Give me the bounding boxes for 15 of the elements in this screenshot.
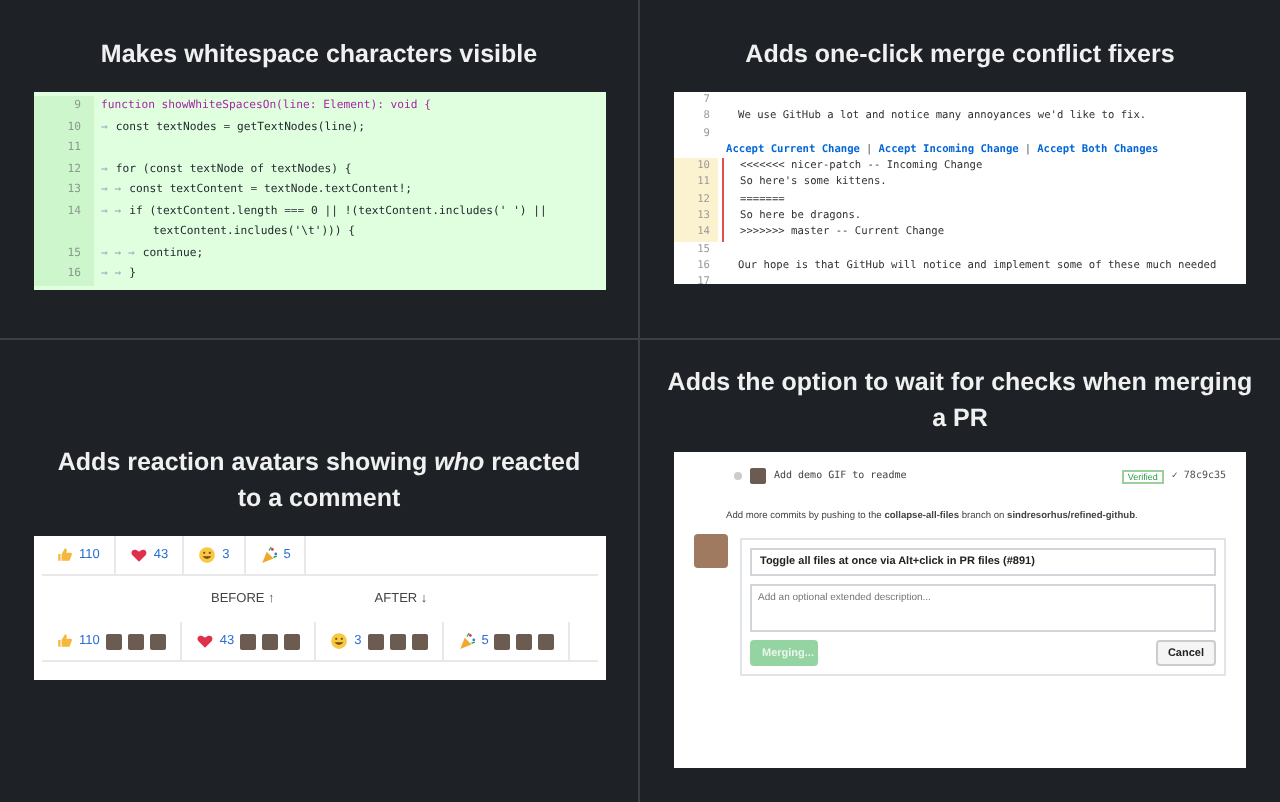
avatar [750,468,766,484]
feature-title: Adds one-click merge conflict fixers [745,38,1175,72]
smile-icon [198,546,217,564]
commit-dot [734,472,742,480]
avatar [694,534,728,568]
thumbs-up-icon [55,546,73,564]
thumbs-up-icon [55,632,73,650]
heart-icon [129,546,148,564]
party-icon [457,632,476,650]
feature-title: Adds reaction avatars showing who reacted to a comment [55,446,583,516]
smile-icon [330,632,349,650]
feature-title: Adds the option to wait for checks when merging a PR [665,366,1255,436]
party-icon [259,546,278,564]
feature-title: Makes whitespace characters visible [100,38,538,72]
heart-icon [195,632,214,650]
